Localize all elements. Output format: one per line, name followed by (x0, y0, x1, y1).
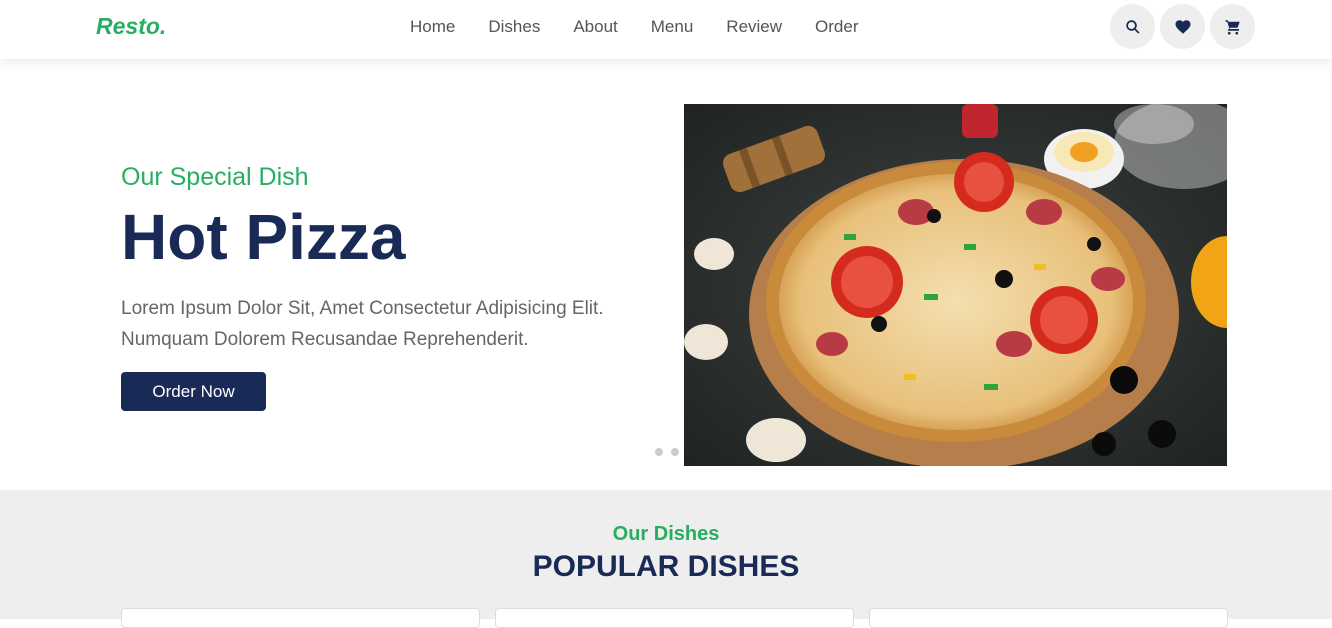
order-now-button[interactable]: Order Now (121, 372, 266, 411)
nav-about[interactable]: About (573, 17, 617, 37)
nav-order[interactable]: Order (815, 17, 858, 37)
heart-icon (1175, 19, 1190, 34)
nav-home[interactable]: Home (410, 17, 455, 37)
dishes-title: POPULAR DISHES (532, 550, 800, 583)
dish-card[interactable] (495, 608, 854, 628)
dish-card[interactable] (869, 608, 1228, 628)
hero-description-line-2: Numquam Dolorem Recusandae Reprehenderit… (121, 328, 529, 350)
pizza-illustration (684, 104, 1227, 466)
dishes-subtitle: Our Dishes (612, 523, 720, 545)
cart-button[interactable] (1210, 4, 1255, 49)
dishes-section: Our Dishes POPULAR DISHES (0, 490, 1332, 628)
hero-pizza-image (684, 104, 1227, 466)
nav-review[interactable]: Review (726, 17, 782, 37)
logo[interactable]: Resto. (96, 13, 166, 40)
wishlist-button[interactable] (1160, 4, 1205, 49)
main-nav: Home Dishes About Menu Review Order (410, 17, 859, 37)
site-header: Resto. Home Dishes About Menu Review Ord… (0, 0, 1332, 59)
hero-subtitle: Our Special Dish (121, 163, 309, 191)
search-icon (1125, 19, 1140, 34)
hero-title: Hot Pizza (121, 201, 406, 273)
nav-dishes[interactable]: Dishes (488, 17, 540, 37)
dish-card[interactable] (121, 608, 480, 628)
slider-dot-1[interactable] (655, 448, 663, 456)
nav-menu[interactable]: Menu (651, 17, 694, 37)
slider-dot-2[interactable] (671, 448, 679, 456)
hero-text: Our Special Dish Hot Pizza Lorem Ipsum D… (121, 163, 661, 355)
hero-description-line-1: Lorem Ipsum Dolor Sit, Amet Consectetur … (121, 298, 604, 320)
hero-description: Lorem Ipsum Dolor Sit, Amet Consectetur … (121, 294, 661, 355)
header-icons (1110, 4, 1255, 49)
cart-icon (1225, 19, 1240, 35)
search-button[interactable] (1110, 4, 1155, 49)
